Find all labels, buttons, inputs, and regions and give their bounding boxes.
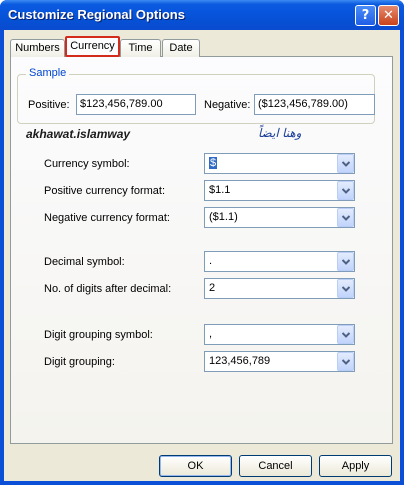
- watermark-text: akhawat.islamway: [26, 127, 131, 141]
- dropdown-button[interactable]: [337, 325, 354, 344]
- help-button[interactable]: ?: [355, 5, 376, 26]
- positive-sample-value: $123,456,789.00: [80, 98, 163, 110]
- digit-grouping-value: 123,456,789: [209, 355, 271, 367]
- tab-label: Date: [169, 42, 193, 54]
- dropdown-button[interactable]: [337, 279, 354, 298]
- negative-format-label: Negative currency format:: [44, 212, 170, 224]
- negative-sample-label: Negative:: [204, 99, 251, 111]
- positive-sample-label: Positive:: [28, 99, 70, 111]
- ok-button[interactable]: OK: [159, 455, 232, 477]
- window-title: Customize Regional Options: [8, 7, 185, 22]
- apply-button[interactable]: Apply: [319, 455, 392, 477]
- digits-after-decimal-combo[interactable]: 2: [204, 278, 355, 299]
- chevron-down-icon: [342, 161, 350, 167]
- digits-after-decimal-value: 2: [209, 282, 216, 294]
- positive-format-combo[interactable]: $1.1: [204, 180, 355, 201]
- currency-symbol-label: Currency symbol:: [44, 158, 130, 170]
- grouping-symbol-value: ,: [209, 328, 213, 340]
- dropdown-button[interactable]: [337, 252, 354, 271]
- dropdown-button[interactable]: [337, 181, 354, 200]
- tab-numbers[interactable]: Numbers: [10, 39, 65, 57]
- positive-format-value: $1.1: [209, 184, 231, 196]
- chevron-down-icon: [342, 259, 350, 265]
- currency-symbol-value: $: [209, 157, 218, 169]
- title-bar[interactable]: Customize Regional Options ? ✕: [0, 0, 404, 30]
- positive-format-label: Positive currency format:: [44, 185, 166, 197]
- dropdown-button[interactable]: [337, 154, 354, 173]
- chevron-down-icon: [342, 286, 350, 292]
- chevron-down-icon: [342, 215, 350, 221]
- positive-sample-field: $123,456,789.00: [76, 94, 196, 115]
- chevron-down-icon: [342, 359, 350, 365]
- tab-label: Currency: [70, 40, 115, 52]
- digits-after-decimal-label: No. of digits after decimal:: [44, 283, 172, 295]
- chevron-down-icon: [342, 332, 350, 338]
- grouping-symbol-combo[interactable]: ,: [204, 324, 355, 345]
- cancel-button[interactable]: Cancel: [239, 455, 312, 477]
- tab-time[interactable]: Time: [120, 39, 161, 57]
- dialog-body: Numbers Currency Time Date Sample Positi…: [4, 30, 400, 481]
- close-icon: ✕: [383, 8, 394, 23]
- negative-sample-field: ($123,456,789.00): [254, 94, 375, 115]
- close-button[interactable]: ✕: [378, 5, 399, 26]
- ok-button-label: OK: [187, 460, 204, 472]
- currency-symbol-combo[interactable]: $: [204, 153, 355, 174]
- decimal-symbol-label: Decimal symbol:: [44, 256, 125, 268]
- cancel-button-label: Cancel: [258, 460, 293, 472]
- chevron-down-icon: [342, 188, 350, 194]
- watermark-arabic-text: وهنا ايضاً: [258, 126, 302, 140]
- dialog-window: Customize Regional Options ? ✕ Numbers C…: [0, 0, 404, 485]
- digit-grouping-combo[interactable]: 123,456,789: [204, 351, 355, 372]
- dropdown-button[interactable]: [337, 352, 354, 371]
- dropdown-button[interactable]: [337, 208, 354, 227]
- help-icon: ?: [361, 8, 370, 23]
- apply-button-label: Apply: [341, 460, 370, 472]
- negative-format-combo[interactable]: ($1.1): [204, 207, 355, 228]
- decimal-symbol-value: .: [209, 255, 213, 267]
- grouping-symbol-label: Digit grouping symbol:: [44, 329, 153, 341]
- tab-label: Time: [128, 42, 153, 54]
- negative-sample-value: ($123,456,789.00): [258, 98, 348, 110]
- sample-group-title: Sample: [26, 67, 70, 79]
- digit-grouping-label: Digit grouping:: [44, 356, 115, 368]
- tab-date[interactable]: Date: [162, 39, 200, 57]
- decimal-symbol-combo[interactable]: .: [204, 251, 355, 272]
- tab-currency[interactable]: Currency: [65, 36, 120, 57]
- tab-label: Numbers: [15, 42, 60, 54]
- negative-format-value: ($1.1): [209, 211, 238, 223]
